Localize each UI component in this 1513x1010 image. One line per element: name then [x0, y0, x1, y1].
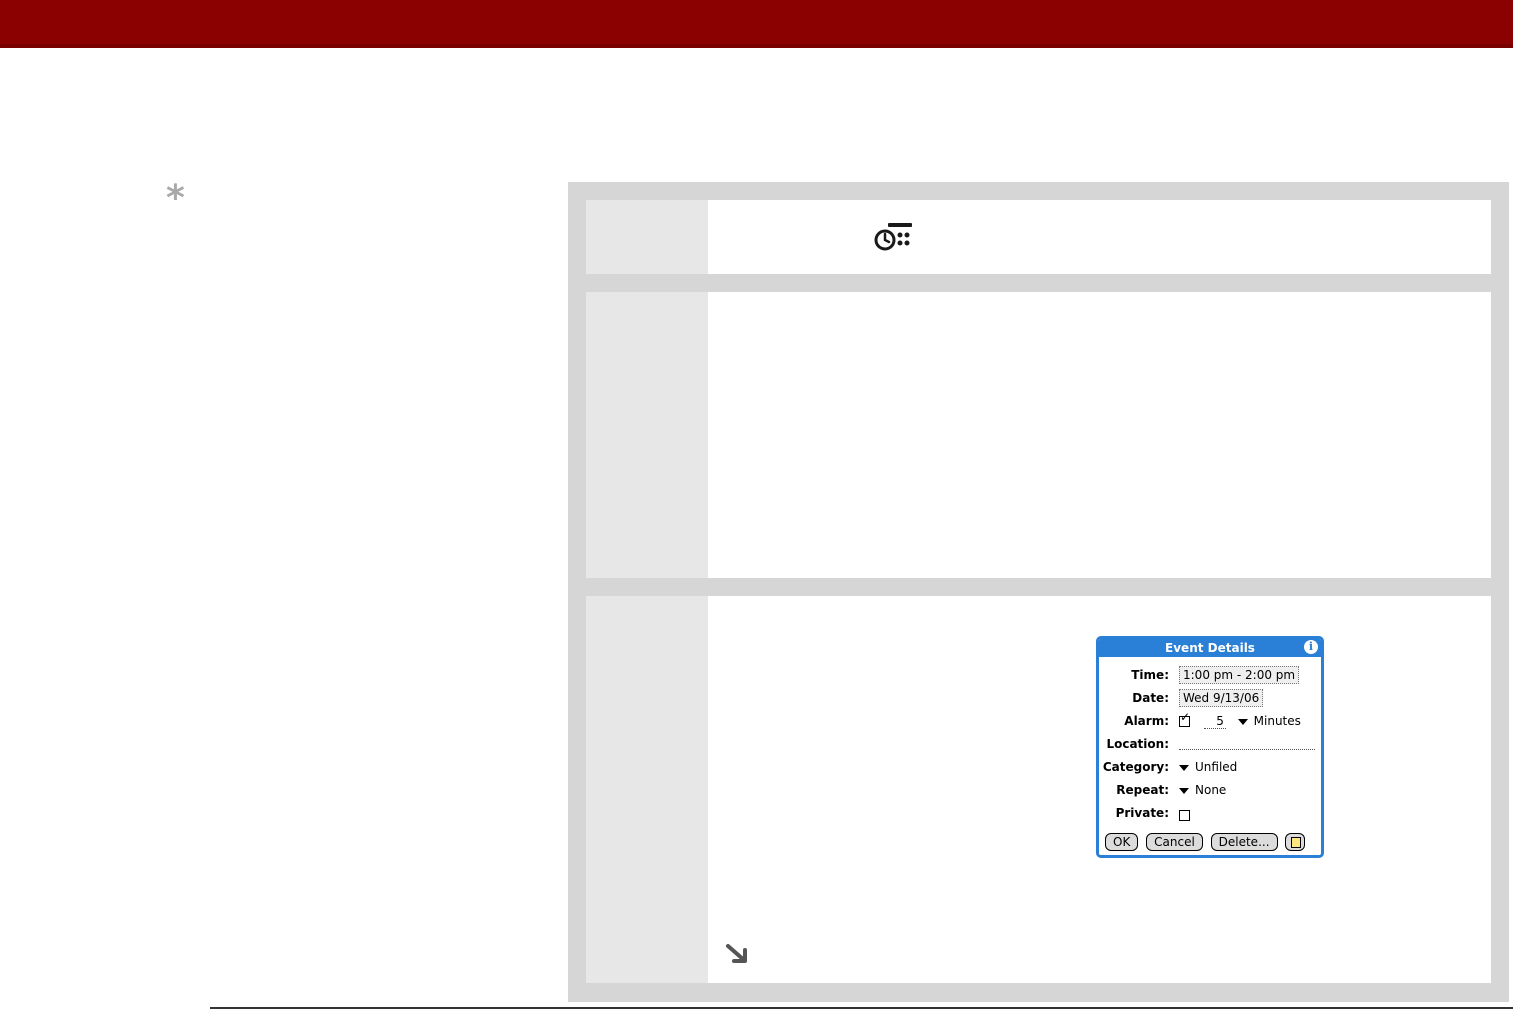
step-3-number-cell — [586, 596, 708, 983]
header-bar — [0, 0, 1513, 48]
arrow-down-right-icon — [726, 944, 747, 963]
dialog-title-text: Event Details — [1165, 641, 1255, 655]
time-label: Time: — [1131, 668, 1169, 682]
category-row: Category: Unfiled — [1099, 758, 1321, 778]
step-1 — [586, 200, 1491, 274]
category-label: Category: — [1102, 760, 1169, 774]
event-details-dialog: Event Details i Time: 1:00 pm - 2:00 pm … — [1096, 636, 1324, 858]
repeat-value[interactable]: None — [1195, 783, 1226, 797]
step-3: Event Details i Time: 1:00 pm - 2:00 pm … — [586, 596, 1491, 983]
alarm-checkbox[interactable]: ✓ — [1179, 710, 1190, 727]
location-label: Location: — [1106, 737, 1169, 751]
date-selector[interactable]: Wed 9/13/06 — [1179, 689, 1264, 707]
location-row: Location: — [1099, 735, 1321, 755]
time-row: Time: 1:00 pm - 2:00 pm — [1099, 666, 1321, 686]
dialog-title: Event Details i — [1099, 639, 1321, 657]
cancel-button[interactable]: Cancel — [1146, 833, 1203, 851]
header-bar-edge — [0, 44, 1513, 48]
checkmark-icon: ✓ — [1180, 710, 1191, 724]
date-row: Date: Wed 9/13/06 — [1099, 689, 1321, 709]
step-3-body: Event Details i Time: 1:00 pm - 2:00 pm … — [708, 596, 1491, 983]
alarm-unit-dropdown-icon[interactable] — [1237, 718, 1248, 725]
delete-button[interactable]: Delete... — [1210, 833, 1278, 851]
time-selector[interactable]: 1:00 pm - 2:00 pm — [1179, 666, 1300, 684]
clock-alarm-icon — [874, 223, 912, 251]
note-button[interactable] — [1285, 833, 1306, 851]
ok-button[interactable]: OK — [1105, 833, 1139, 851]
category-dropdown-icon[interactable] — [1179, 764, 1189, 771]
step-2 — [586, 292, 1491, 578]
alarm-label: Alarm: — [1124, 714, 1169, 728]
date-label: Date: — [1132, 691, 1169, 705]
step-1-body — [708, 200, 1491, 274]
private-checkbox[interactable] — [1179, 810, 1190, 821]
dialog-button-row: OK Cancel Delete... — [1105, 833, 1306, 853]
repeat-row: Repeat: None — [1099, 781, 1321, 801]
repeat-label: Repeat: — [1116, 783, 1169, 797]
step-2-body — [708, 292, 1491, 578]
category-value[interactable]: Unfiled — [1195, 760, 1237, 774]
alarm-amount-field[interactable]: 5 — [1203, 714, 1226, 729]
bottom-rule — [210, 1007, 1513, 1009]
private-row: Private: — [1099, 804, 1321, 824]
step-1-number-cell — [586, 200, 708, 274]
asterisk-icon: * — [166, 178, 185, 219]
alarm-row: Alarm: ✓ 5 Minutes — [1099, 710, 1321, 732]
repeat-dropdown-icon[interactable] — [1179, 787, 1189, 794]
location-field[interactable] — [1179, 737, 1315, 750]
private-label: Private: — [1115, 806, 1169, 820]
note-icon — [1291, 837, 1302, 848]
alarm-unit-value[interactable]: Minutes — [1254, 714, 1301, 728]
step-2-number-cell — [586, 292, 708, 578]
info-icon[interactable]: i — [1304, 640, 1318, 654]
